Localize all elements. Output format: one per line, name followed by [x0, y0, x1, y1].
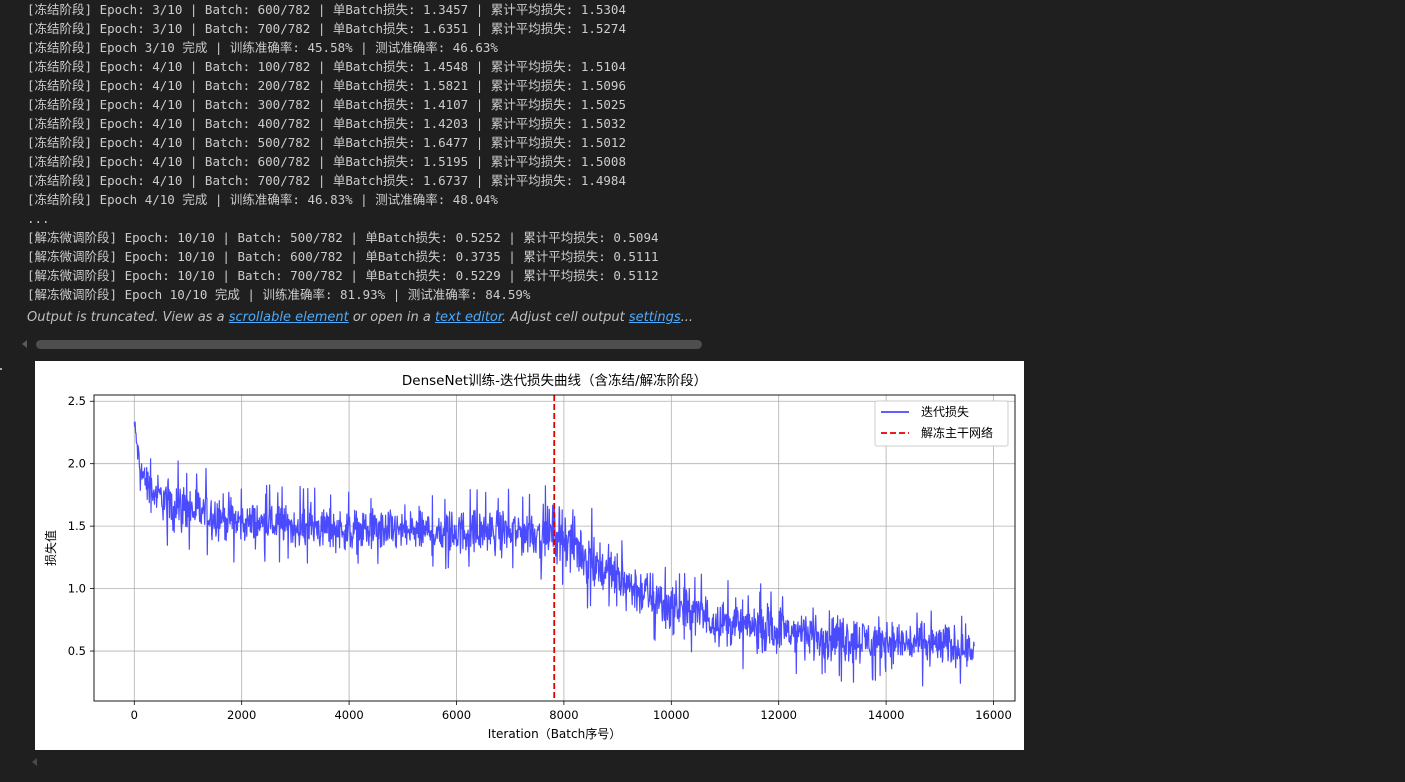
output-log-line: [冻结阶段] Epoch: 4/10 | Batch: 600/782 | 单B…	[27, 154, 626, 169]
text-editor-link[interactable]: text editor	[435, 310, 502, 325]
settings-link[interactable]: settings	[629, 310, 681, 325]
chart-title: DenseNet训练-迭代损失曲线（含冻结/解冻阶段）	[402, 373, 707, 389]
x-tick-label: 8000	[549, 708, 578, 722]
x-tick-label: 14000	[868, 708, 905, 722]
scroll-left-arrow-icon[interactable]	[22, 340, 27, 348]
x-tick-label: 10000	[653, 708, 690, 722]
output-log-line: [冻结阶段] Epoch: 4/10 | Batch: 200/782 | 单B…	[27, 78, 626, 93]
output-log-line: [解冻微调阶段] Epoch: 10/10 | Batch: 500/782 |…	[27, 230, 659, 245]
scroll-left-arrow-icon[interactable]	[32, 758, 37, 766]
horizontal-scrollbar[interactable]	[36, 340, 702, 349]
truncation-text-end: ...	[680, 310, 694, 325]
output-log-line: [解冻微调阶段] Epoch: 10/10 | Batch: 600/782 |…	[27, 249, 659, 264]
x-tick-label: 12000	[760, 708, 797, 722]
output-log-line: [冻结阶段] Epoch: 4/10 | Batch: 400/782 | 单B…	[27, 116, 626, 131]
loss-curve-figure: 0 2000 4000 6000 8000 10000 12000 14000 16000 0.5…	[35, 361, 1024, 750]
scrollable-element-link[interactable]: scrollable element	[229, 310, 349, 325]
output-log-line: [冻结阶段] Epoch: 4/10 | Batch: 500/782 | 单B…	[27, 135, 626, 150]
x-tick-label: 6000	[442, 708, 471, 722]
output-log-line: ...	[27, 211, 50, 226]
cell-output-log: [冻结阶段] Epoch: 3/10 | Batch: 600/782 | 单B…	[27, 0, 659, 304]
output-log-line: [冻结阶段] Epoch: 3/10 | Batch: 600/782 | 单B…	[27, 2, 626, 17]
x-tick-label: 4000	[334, 708, 363, 722]
output-log-line: [冻结阶段] Epoch: 4/10 | Batch: 300/782 | 单B…	[27, 97, 626, 112]
output-log-line: [解冻微调阶段] Epoch 10/10 完成 | 训练准确率: 81.93% …	[27, 287, 531, 302]
legend-unfreeze-label: 解冻主干网络	[921, 425, 993, 440]
legend-loss-label: 迭代损失	[921, 404, 969, 419]
truncation-text-before: Output is truncated. View as a	[27, 310, 229, 325]
truncation-notice: Output is truncated. View as a scrollabl…	[27, 310, 693, 325]
output-log-line: [冻结阶段] Epoch: 4/10 | Batch: 100/782 | 单B…	[27, 59, 626, 74]
x-tick-label: 16000	[975, 708, 1012, 722]
x-tick-label: 2000	[227, 708, 256, 722]
y-tick-label: 1.5	[68, 519, 86, 533]
y-axis-label: 损失值	[43, 530, 58, 566]
x-axis-label: Iteration（Batch序号）	[488, 726, 621, 741]
output-log-line: [解冻微调阶段] Epoch: 10/10 | Batch: 700/782 |…	[27, 268, 659, 283]
loss-curve-chart: 0 2000 4000 6000 8000 10000 12000 14000 16000 0.5…	[43, 373, 1016, 741]
output-log-line: [冻结阶段] Epoch: 3/10 | Batch: 700/782 | 单B…	[27, 21, 626, 36]
y-tick-label: 0.5	[68, 644, 86, 658]
y-tick-label: 1.0	[68, 582, 86, 596]
y-tick-label: 2.0	[68, 457, 86, 471]
output-log-line: [冻结阶段] Epoch 4/10 完成 | 训练准确率: 46.83% | 测…	[27, 192, 498, 207]
x-tick-label: 0	[131, 708, 138, 722]
y-tick-label: 2.5	[68, 394, 86, 408]
truncation-text-middle: or open in a	[348, 310, 435, 325]
truncation-text-after: . Adjust cell output	[502, 310, 629, 325]
output-log-line: [冻结阶段] Epoch: 4/10 | Batch: 700/782 | 单B…	[27, 173, 626, 188]
chart-legend: 迭代损失解冻主干网络	[874, 400, 1009, 447]
cell-gutter-marker	[0, 368, 2, 370]
output-log-line: [冻结阶段] Epoch 3/10 完成 | 训练准确率: 45.58% | 测…	[27, 40, 498, 55]
